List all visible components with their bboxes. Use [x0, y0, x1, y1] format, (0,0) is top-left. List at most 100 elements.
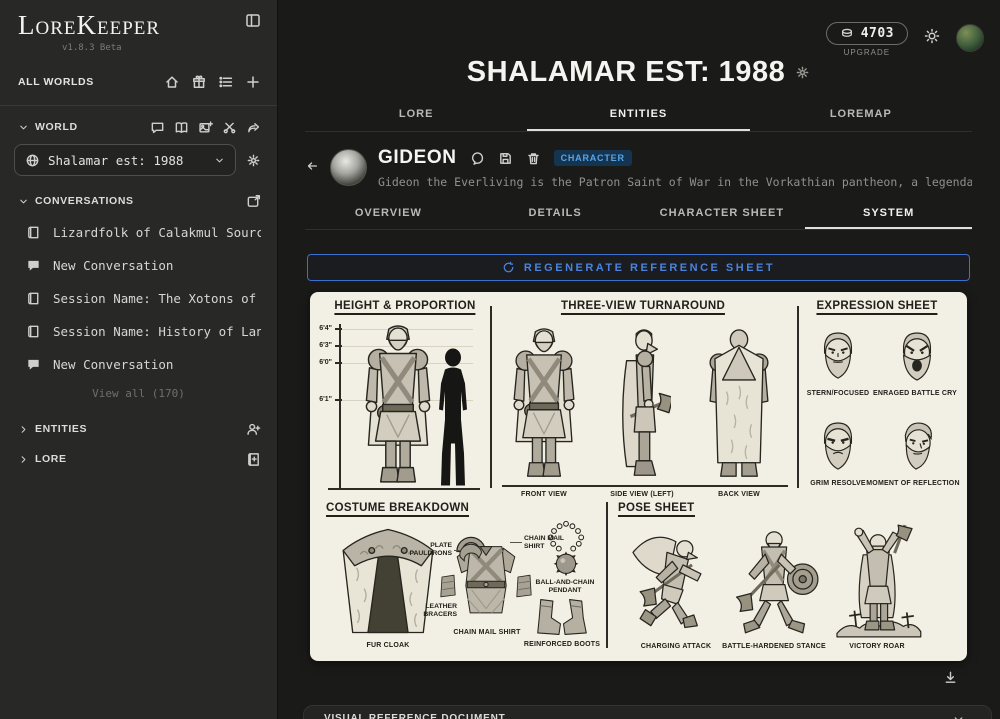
home-icon[interactable]: [164, 74, 180, 90]
conversation-item[interactable]: New Conversation: [0, 249, 277, 282]
user-avatar[interactable]: [956, 24, 984, 52]
subtab-details[interactable]: DETAILS: [472, 202, 639, 229]
upgrade-label[interactable]: UPGRADE: [826, 48, 908, 57]
costume-section-title: COSTUME BREAKDOWN: [326, 502, 469, 517]
download-icon[interactable]: [943, 670, 958, 685]
back-view-figure: [704, 328, 774, 482]
new-conversation-icon[interactable]: [246, 194, 261, 209]
height-marker: 6'0": [314, 359, 332, 366]
pose-charging-art: [625, 522, 725, 640]
height-marker: 6'4": [314, 325, 332, 332]
conversations-section-toggle[interactable]: CONVERSATIONS: [18, 195, 134, 207]
entity-description: Gideon the Everliving is the Patron Sain…: [378, 175, 972, 189]
expression-face-enraged: [893, 330, 941, 384]
view-label: BACK VIEW: [718, 491, 760, 498]
view-label: FRONT VIEW: [521, 491, 567, 498]
back-arrow-icon[interactable]: [305, 159, 319, 173]
view-label: SIDE VIEW (LEFT): [610, 491, 673, 498]
expression-label: ENRAGED BATTLE CRY: [873, 390, 957, 397]
comment-icon[interactable]: [470, 151, 485, 166]
expression-face-stern: [814, 330, 862, 384]
conversation-item[interactable]: Session Name: History of Land…: [0, 315, 277, 348]
book-icon: [26, 291, 41, 306]
chevron-right-icon: [18, 454, 29, 465]
reference-sheet-image: HEIGHT & PROPORTION 6'4" 6'3" 6'0" 6'1" …: [310, 292, 967, 661]
expression-section-title: EXPRESSION SHEET: [816, 300, 937, 315]
bracer-art: [439, 572, 457, 600]
scissors-icon[interactable]: [222, 120, 237, 135]
gift-icon[interactable]: [191, 74, 207, 90]
sidebar-item-lore[interactable]: LORE: [0, 444, 277, 474]
side-view-figure: [613, 328, 671, 482]
chat-square-icon[interactable]: [150, 120, 165, 135]
conversation-item[interactable]: Lizardfolk of Calakmul Source…: [0, 216, 277, 249]
app-logo[interactable]: LoreKeeper: [18, 12, 160, 39]
visual-reference-document-panel[interactable]: VISUAL REFERENCE DOCUMENT: [303, 705, 992, 719]
conversation-item[interactable]: New Conversation: [0, 348, 277, 381]
entity-avatar[interactable]: [330, 149, 367, 186]
globe-icon: [25, 153, 40, 168]
credits-pill[interactable]: 4703: [826, 22, 908, 45]
front-view-figure: [510, 328, 578, 482]
theme-toggle-icon[interactable]: [924, 28, 940, 44]
expression-label: MOMENT OF REFLECTION: [866, 480, 959, 487]
image-plus-icon[interactable]: [198, 120, 213, 135]
costume-label: FUR CLOAK: [366, 642, 409, 649]
book-icon: [26, 324, 41, 339]
chain-mail-shirt-art: [450, 528, 522, 628]
fur-cloak-art: [326, 522, 450, 640]
entity-type-badge[interactable]: CHARACTER: [554, 150, 632, 166]
chevron-down-icon: [18, 122, 29, 133]
pose-stance-art: [725, 522, 825, 640]
world-selector[interactable]: Shalamar est: 1988: [14, 144, 236, 176]
tab-lore[interactable]: LORE: [305, 102, 527, 131]
coins-icon: [840, 27, 854, 41]
regenerate-icon: [502, 261, 515, 274]
costume-label: LEATHER BRACERS: [407, 603, 457, 620]
world-section-toggle[interactable]: WORLD: [18, 121, 78, 133]
trash-icon[interactable]: [526, 151, 541, 166]
book-plus-icon[interactable]: [246, 452, 261, 467]
tab-loremap[interactable]: LOREMAP: [750, 102, 972, 131]
costume-label: BALL-AND-CHAIN PENDANT: [527, 579, 603, 596]
tab-entities[interactable]: ENTITIES: [527, 102, 749, 131]
main-content: 4703 UPGRADE SHALAMAR EST: 1988 LORE ENT…: [277, 0, 1000, 719]
subtab-overview[interactable]: OVERVIEW: [305, 202, 472, 229]
boots-art: [531, 595, 593, 639]
height-marker: 6'3": [314, 342, 332, 349]
chevron-right-icon: [18, 424, 29, 435]
world-settings-icon[interactable]: [246, 153, 261, 168]
add-world-icon[interactable]: [245, 74, 261, 90]
pose-label: CHARGING ATTACK: [641, 643, 712, 650]
chat-bubble-icon: [26, 258, 41, 273]
conversation-list: Lizardfolk of Calakmul Source… New Conve…: [0, 216, 277, 381]
divider: [0, 105, 277, 106]
expression-label: STERN/FOCUSED: [807, 390, 870, 397]
list-icon[interactable]: [218, 74, 234, 90]
lorekeeper-app: LoreKeeper v1.8.3 Beta ALL WORLDS WORLD: [0, 0, 1000, 719]
expression-label: GRIM RESOLVE: [810, 480, 866, 487]
chevron-down-icon: [952, 713, 965, 719]
height-marker: 6'1": [314, 396, 332, 403]
sidebar-item-entities[interactable]: ENTITIES: [0, 414, 277, 444]
costume-label: REINFORCED BOOTS: [524, 641, 600, 648]
height-silhouette-figure: [431, 347, 475, 488]
height-section-title: HEIGHT & PROPORTION: [334, 300, 475, 315]
world-title-settings-icon[interactable]: [795, 65, 810, 80]
document-panel-title: VISUAL REFERENCE DOCUMENT: [324, 713, 506, 719]
subtab-system[interactable]: SYSTEM: [805, 202, 972, 229]
view-all-link[interactable]: View all (170): [0, 387, 277, 400]
sidebar: LoreKeeper v1.8.3 Beta ALL WORLDS WORLD: [0, 0, 278, 719]
pose-label: BATTLE-HARDENED STANCE: [722, 643, 826, 650]
subtab-character-sheet[interactable]: CHARACTER SHEET: [639, 202, 806, 229]
book-open-icon[interactable]: [174, 120, 189, 135]
regenerate-reference-sheet-button[interactable]: REGENERATE REFERENCE SHEET: [307, 254, 970, 281]
save-icon[interactable]: [498, 151, 513, 166]
collapse-sidebar-icon[interactable]: [245, 12, 261, 28]
share-icon[interactable]: [246, 120, 261, 135]
entity-header: GIDEON CHARACTER Gideon the Everliving i…: [305, 147, 972, 195]
person-plus-icon[interactable]: [246, 422, 261, 437]
entity-name: GIDEON: [378, 147, 457, 169]
conversation-item[interactable]: Session Name: The Xotons of S…: [0, 282, 277, 315]
pose-section-title: POSE SHEET: [618, 502, 695, 517]
